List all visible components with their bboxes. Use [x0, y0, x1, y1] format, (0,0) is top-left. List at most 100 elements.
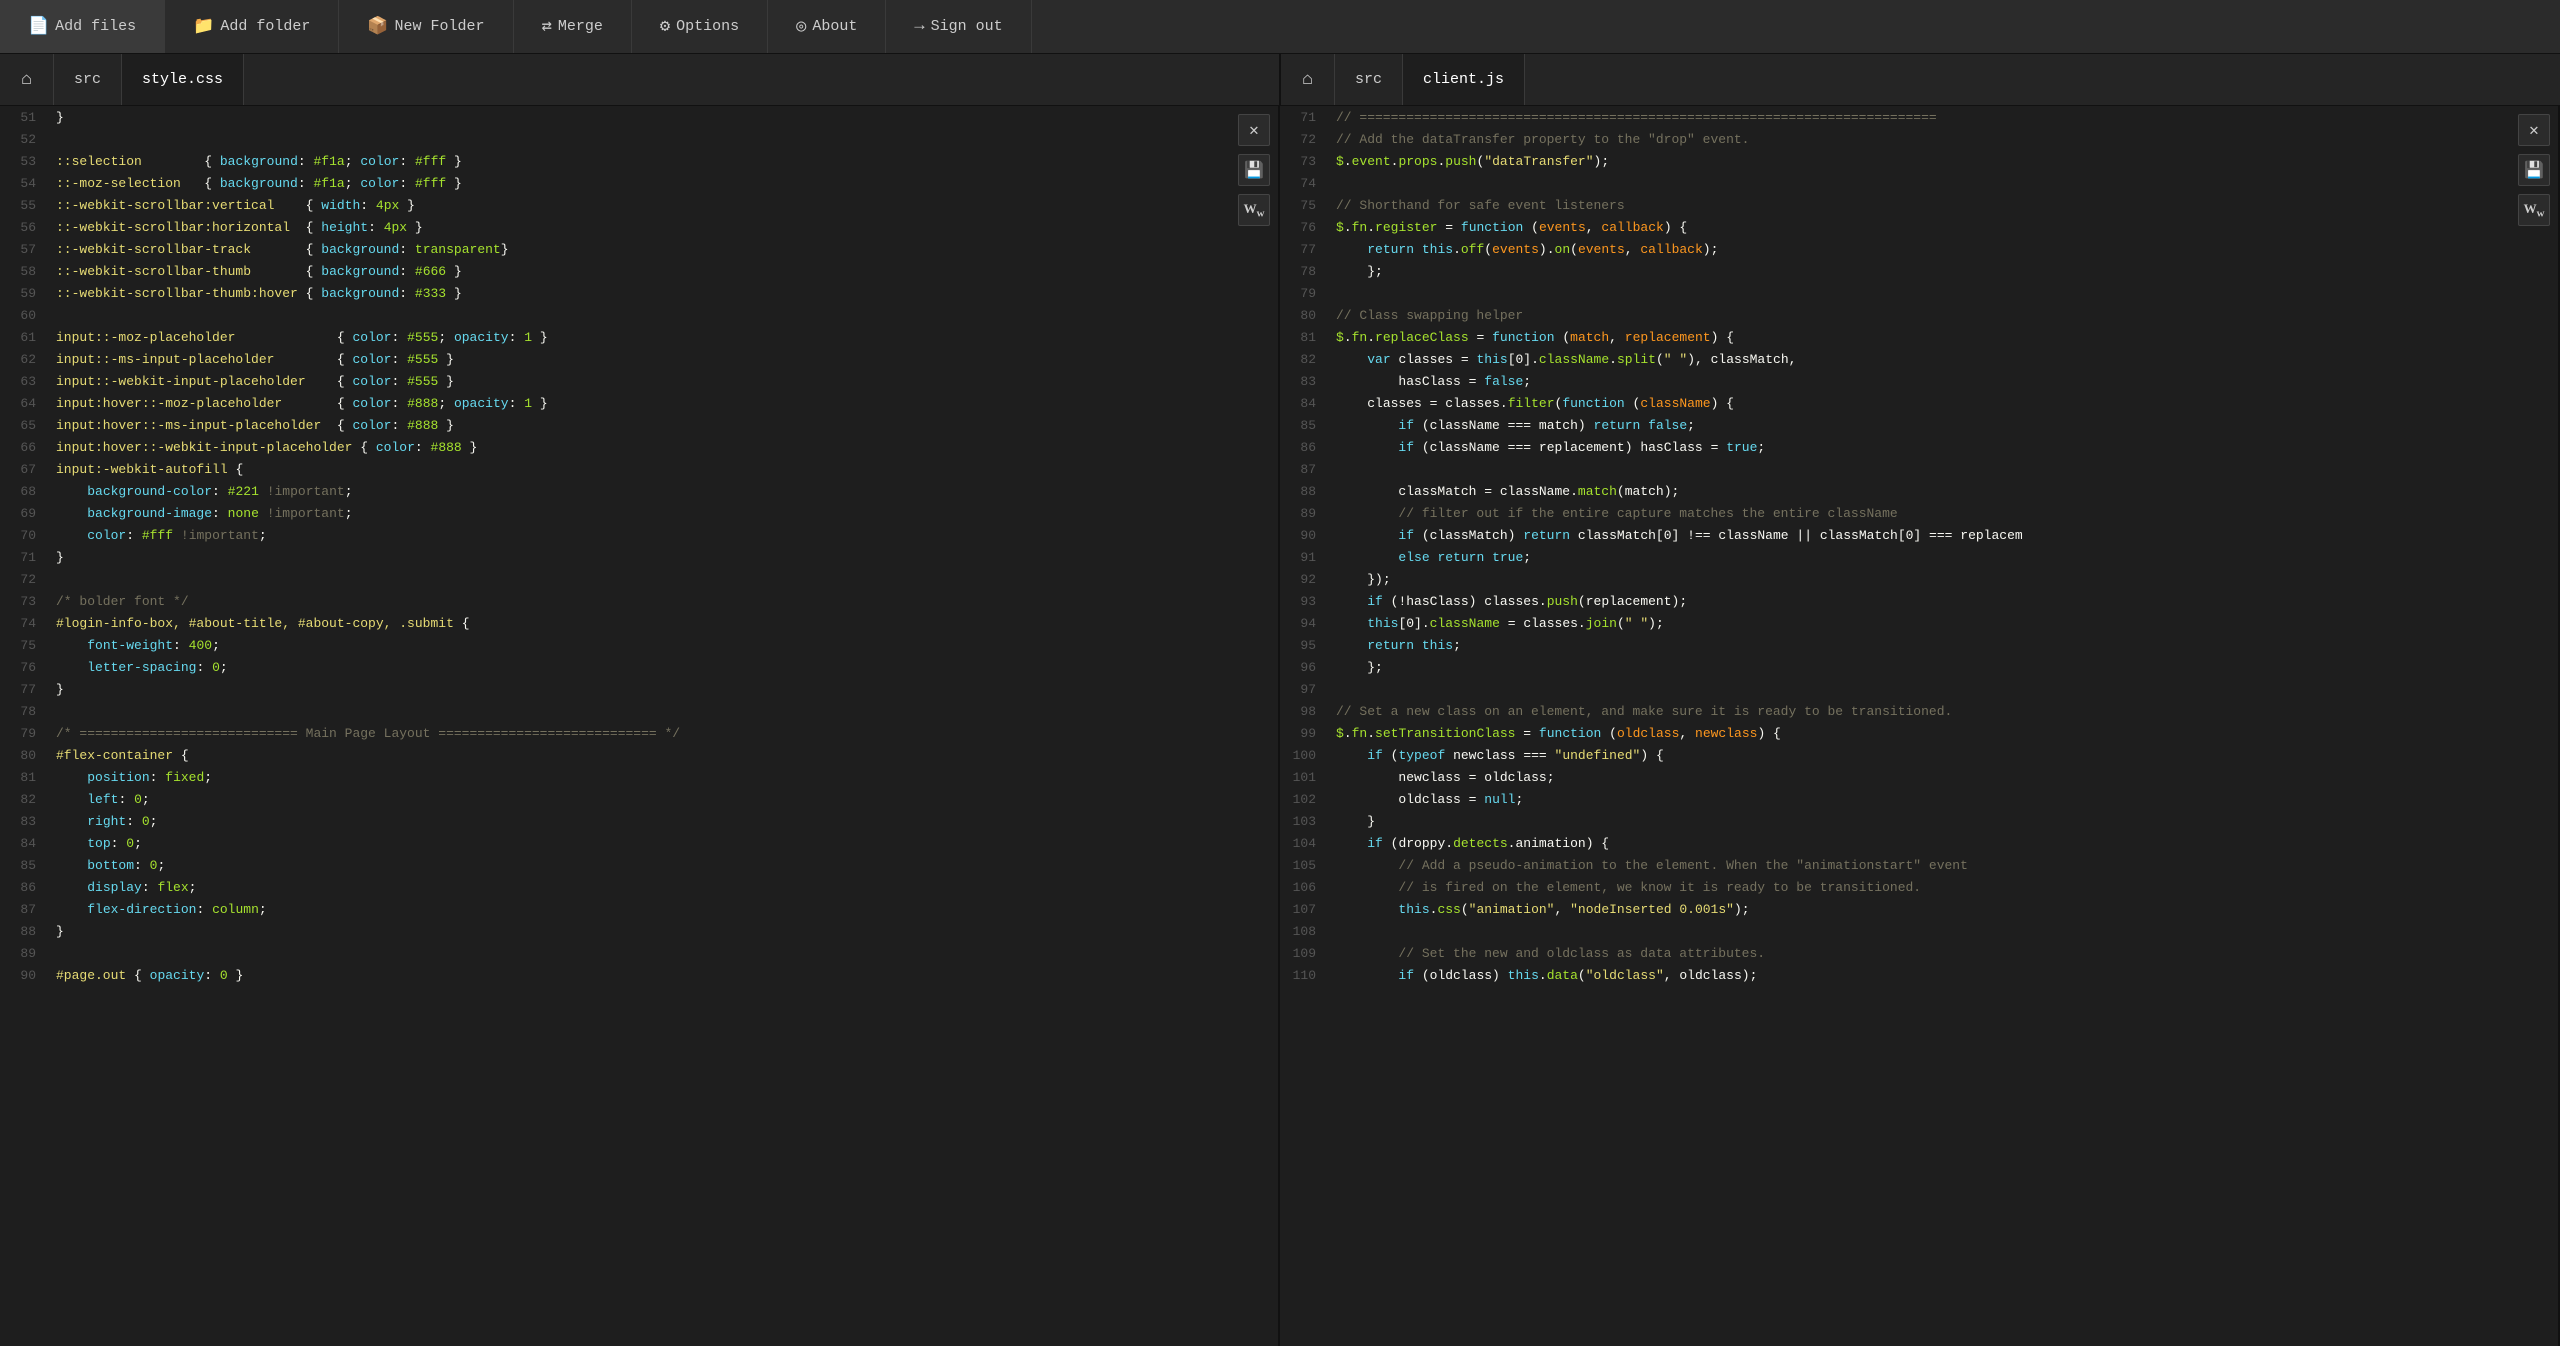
right-src-breadcrumb[interactable]: src — [1335, 54, 1403, 105]
table-row: 53 ::selection { background: #f1a; color… — [0, 150, 1278, 172]
table-row: 77 } — [0, 678, 1278, 700]
table-row: 63 input::-webkit-input-placeholder { co… — [0, 370, 1278, 392]
right-code-panel: ✕ 💾 Ww 71 // ===========================… — [1280, 106, 2560, 1346]
table-row: 69 background-image: none !important; — [0, 502, 1278, 524]
table-row: 59 ::-webkit-scrollbar-thumb:hover { bac… — [0, 282, 1278, 304]
right-panel-actions: ✕ 💾 Ww — [2518, 114, 2550, 226]
table-row: 62 input::-ms-input-placeholder { color:… — [0, 348, 1278, 370]
save-icon-left: 💾 — [1244, 160, 1264, 180]
table-row: 76 letter-spacing: 0; — [0, 656, 1278, 678]
add-folder-button[interactable]: 📁 Add folder — [165, 0, 339, 53]
table-row: 109 // Set the new and oldclass as data … — [1280, 942, 2558, 964]
sign-out-button[interactable]: → Sign out — [886, 0, 1031, 53]
table-row: 88 classMatch = className.match(match); — [1280, 480, 2558, 502]
table-row: 96 }; — [1280, 656, 2558, 678]
table-row: 82 left: 0; — [0, 788, 1278, 810]
table-row: 101 newclass = oldclass; — [1280, 766, 2558, 788]
left-ww-button[interactable]: Ww — [1238, 194, 1270, 226]
table-row: 80 // Class swapping helper — [1280, 304, 2558, 326]
table-row: 64 input:hover::-moz-placeholder { color… — [0, 392, 1278, 414]
table-row: 99 $.fn.setTransitionClass = function (o… — [1280, 722, 2558, 744]
main-content: ✕ 💾 Ww 51 } 52 — [0, 106, 2560, 1346]
table-row: 95 return this; — [1280, 634, 2558, 656]
table-row: 56 ::-webkit-scrollbar:horizontal { heig… — [0, 216, 1278, 238]
table-row: 76 $.fn.register = function (events, cal… — [1280, 216, 2558, 238]
table-row: 80 #flex-container { — [0, 744, 1278, 766]
merge-button[interactable]: ⇄ Merge — [514, 0, 632, 53]
table-row: 71 // ==================================… — [1280, 106, 2558, 128]
table-row: 68 background-color: #221 !important; — [0, 480, 1278, 502]
table-row: 110 if (oldclass) this.data("oldclass", … — [1280, 964, 2558, 986]
left-file-tab[interactable]: style.css — [122, 54, 244, 105]
table-row: 65 input:hover::-ms-input-placeholder { … — [0, 414, 1278, 436]
table-row: 87 flex-direction: column; — [0, 898, 1278, 920]
table-row: 52 — [0, 128, 1278, 150]
right-code-scroll[interactable]: 71 // ==================================… — [1280, 106, 2558, 1346]
left-save-button[interactable]: 💾 — [1238, 154, 1270, 186]
table-row: 102 oldclass = null; — [1280, 788, 2558, 810]
options-icon: ⚙ — [660, 16, 670, 37]
table-row: 67 input:-webkit-autofill { — [0, 458, 1278, 480]
table-row: 89 // filter out if the entire capture m… — [1280, 502, 2558, 524]
table-row: 89 — [0, 942, 1278, 964]
left-src-breadcrumb[interactable]: src — [54, 54, 122, 105]
table-row: 91 else return true; — [1280, 546, 2558, 568]
new-folder-button[interactable]: 📦 New Folder — [339, 0, 513, 53]
table-row: 97 — [1280, 678, 2558, 700]
left-close-button[interactable]: ✕ — [1238, 114, 1270, 146]
table-row: 98 // Set a new class on an element, and… — [1280, 700, 2558, 722]
about-button[interactable]: ◎ About — [768, 0, 886, 53]
left-code-scroll[interactable]: 51 } 52 53 ::selection { background: #f1… — [0, 106, 1278, 1346]
table-row: 81 $.fn.replaceClass = function (match, … — [1280, 326, 2558, 348]
table-row: 73 $.event.props.push("dataTransfer"); — [1280, 150, 2558, 172]
add-files-button[interactable]: 📄 Add files — [0, 0, 165, 53]
table-row: 61 input::-moz-placeholder { color: #555… — [0, 326, 1278, 348]
table-row: 85 bottom: 0; — [0, 854, 1278, 876]
left-home-tab[interactable]: ⌂ — [0, 54, 54, 105]
table-row: 85 if (className === match) return false… — [1280, 414, 2558, 436]
table-row: 74 — [1280, 172, 2558, 194]
merge-icon: ⇄ — [542, 16, 552, 37]
home-icon-left: ⌂ — [21, 70, 32, 90]
right-home-tab[interactable]: ⌂ — [1281, 54, 1335, 105]
right-save-button[interactable]: 💾 — [2518, 154, 2550, 186]
close-icon-right: ✕ — [2529, 120, 2539, 140]
table-row: 84 top: 0; — [0, 832, 1278, 854]
table-row: 72 // Add the dataTransfer property to t… — [1280, 128, 2558, 150]
table-row: 82 var classes = this[0].className.split… — [1280, 348, 2558, 370]
table-row: 105 // Add a pseudo-animation to the ele… — [1280, 854, 2558, 876]
table-row: 72 — [0, 568, 1278, 590]
table-row: 66 input:hover::-webkit-input-placeholde… — [0, 436, 1278, 458]
right-ww-button[interactable]: Ww — [2518, 194, 2550, 226]
table-row: 90 #page.out { opacity: 0 } — [0, 964, 1278, 986]
right-file-tab[interactable]: client.js — [1403, 54, 1525, 105]
ww-icon-right: Ww — [2524, 201, 2545, 220]
table-row: 79 /* ============================ Main … — [0, 722, 1278, 744]
ww-icon-left: Ww — [1244, 201, 1265, 220]
about-icon: ◎ — [796, 16, 806, 37]
left-panel-actions: ✕ 💾 Ww — [1238, 114, 1270, 226]
table-row: 60 — [0, 304, 1278, 326]
table-row: 87 — [1280, 458, 2558, 480]
table-row: 108 — [1280, 920, 2558, 942]
table-row: 86 if (className === replacement) hasCla… — [1280, 436, 2558, 458]
table-row: 75 // Shorthand for safe event listeners — [1280, 194, 2558, 216]
table-row: 106 // is fired on the element, we know … — [1280, 876, 2558, 898]
table-row: 94 this[0].className = classes.join(" ")… — [1280, 612, 2558, 634]
options-button[interactable]: ⚙ Options — [632, 0, 768, 53]
table-row: 58 ::-webkit-scrollbar-thumb { backgroun… — [0, 260, 1278, 282]
table-row: 81 position: fixed; — [0, 766, 1278, 788]
table-row: 86 display: flex; — [0, 876, 1278, 898]
table-row: 83 right: 0; — [0, 810, 1278, 832]
table-row: 84 classes = classes.filter(function (cl… — [1280, 392, 2558, 414]
table-row: 77 return this.off(events).on(events, ca… — [1280, 238, 2558, 260]
table-row: 107 this.css("animation", "nodeInserted … — [1280, 898, 2558, 920]
table-row: 100 if (typeof newclass === "undefined")… — [1280, 744, 2558, 766]
right-close-button[interactable]: ✕ — [2518, 114, 2550, 146]
table-row: 78 }; — [1280, 260, 2558, 282]
table-row: 75 font-weight: 400; — [0, 634, 1278, 656]
left-code-lines: 51 } 52 53 ::selection { background: #f1… — [0, 106, 1278, 986]
left-code-panel: ✕ 💾 Ww 51 } 52 — [0, 106, 1280, 1346]
save-icon-right: 💾 — [2524, 160, 2544, 180]
table-row: 93 if (!hasClass) classes.push(replaceme… — [1280, 590, 2558, 612]
